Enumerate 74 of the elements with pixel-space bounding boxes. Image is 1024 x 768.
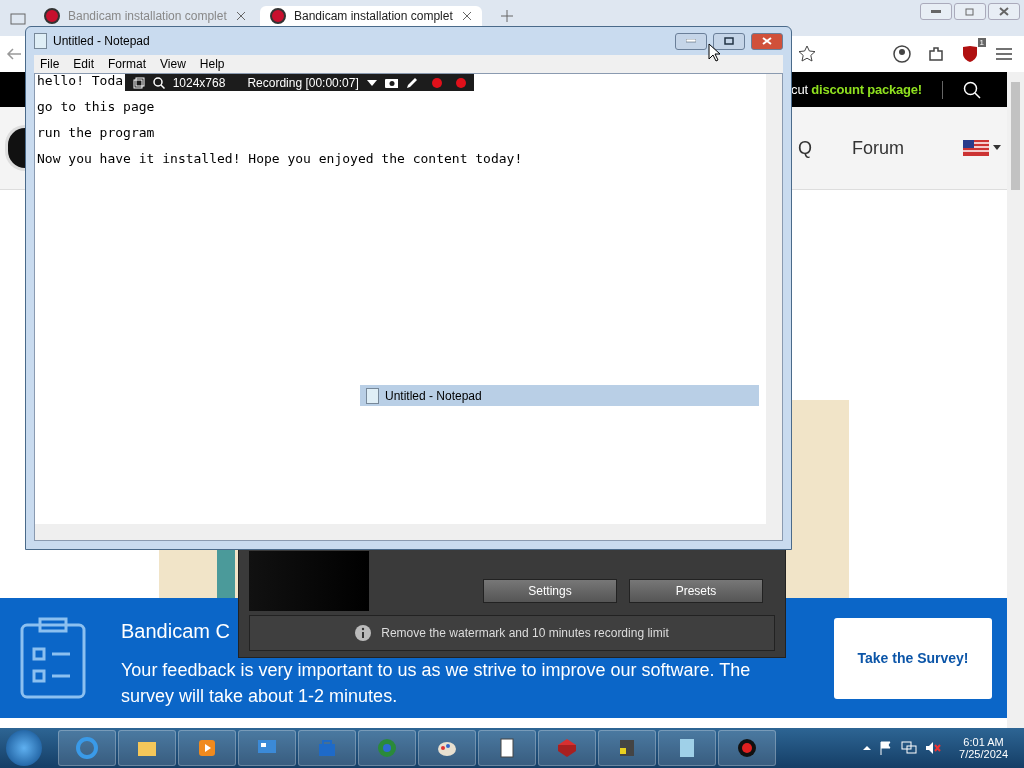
close-icon[interactable] [462,11,472,21]
window-mode-icon[interactable] [133,76,145,89]
clock-date[interactable]: 7/25/2024 [959,748,1008,760]
record-icon[interactable] [456,77,466,88]
taskbar-button[interactable] [598,730,656,766]
maximize-icon [724,37,734,45]
notepad-icon [366,387,379,404]
menu-item[interactable]: Format [108,57,147,71]
network-icon[interactable] [901,741,918,755]
menu-item[interactable]: View [160,57,186,71]
notepad-icon [34,33,47,49]
menu-item[interactable]: Help [199,57,225,71]
search-icon[interactable] [963,80,981,99]
flag-icon[interactable] [963,140,989,156]
minimize-icon [686,39,696,43]
resolution-text: 1024x768 [172,75,226,90]
start-button[interactable] [6,730,42,766]
promo-text: cut discount package! [791,82,922,97]
muted-speaker-icon[interactable] [925,741,942,755]
recorder-button[interactable]: Presets [629,579,763,603]
badge-count: 1 [977,38,986,47]
caret-icon[interactable] [366,79,377,86]
nav-link[interactable]: Forum [852,137,904,159]
nav-link[interactable]: Q [797,137,812,159]
browser-tab[interactable]: Bandicam installation complet [260,6,482,26]
clipboard-icon [20,617,86,699]
taskbar-button[interactable] [478,730,536,766]
camera-icon[interactable] [384,77,399,88]
preview-title: Untitled - Notepad [385,388,482,403]
scrollbar[interactable] [1007,72,1024,728]
account-icon[interactable] [890,42,914,66]
close-icon [762,37,772,45]
taskbar-button[interactable] [118,730,176,766]
text-line: run the program [37,125,155,140]
survey-text: Your feedback is very important to us as we strive to improve our software. The survey will take about 1-2 minutes. [121,659,752,708]
up-arrow-icon[interactable] [863,745,872,751]
menu-item[interactable]: Edit [73,57,95,71]
text-line: Now you have it installed! Hope you enjoyed the content today! [37,151,523,166]
close-icon[interactable] [236,11,246,21]
record-icon [44,8,60,24]
record-icon[interactable] [432,77,443,88]
minimize-button[interactable] [675,32,707,50]
info-icon [355,625,372,641]
minimize-button[interactable] [920,3,952,20]
logo[interactable] [5,125,25,171]
caret-icon[interactable] [993,145,1003,151]
record-app-icon[interactable] [735,736,759,760]
recorder-button[interactable]: Settings [483,579,617,603]
taskbar-button[interactable] [718,730,776,766]
scrollbar[interactable] [766,74,782,524]
restore-icon [965,7,975,16]
window-title: Untitled - Notepad [53,34,150,48]
minimize-icon [931,9,941,14]
scrollbar[interactable] [35,524,782,540]
close-button[interactable] [751,32,783,50]
maximize-button[interactable] [713,32,745,50]
taskbar-button[interactable] [658,730,716,766]
close-button[interactable] [988,3,1020,20]
pencil-icon[interactable] [406,76,419,89]
close-icon [999,7,1009,16]
window-preview[interactable]: Untitled - Notepad [360,385,759,406]
cursor-icon [708,43,720,62]
record-icon [270,8,286,24]
taskbar-button[interactable] [418,730,476,766]
search-icon[interactable] [152,76,165,89]
clock-time[interactable]: 6:01 AM [963,736,1004,748]
content-stripe [217,550,235,598]
flag-icon[interactable] [879,741,894,755]
survey-heading: Bandicam C [121,620,230,643]
survey-button[interactable]: Take the Survey! [834,617,992,699]
menu-item[interactable]: File [40,57,60,71]
text-line: hello! Toda [37,73,124,88]
recording-status: Recording [00:00:07] [247,75,359,90]
text-line: go to this page [37,99,155,114]
